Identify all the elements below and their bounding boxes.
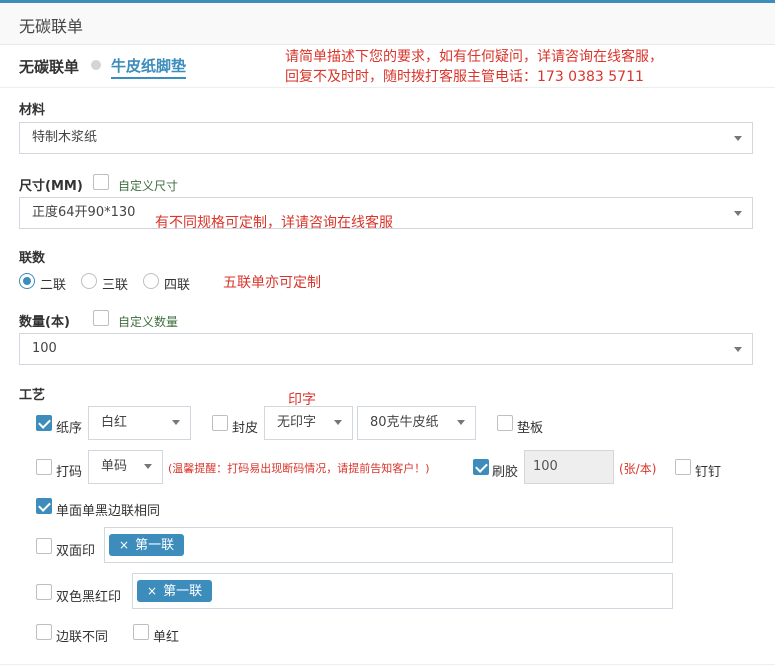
- separator-dot-icon: [91, 60, 101, 70]
- notice-line-2: 回复不及时时，随时拨打客服主管电话：173 0383 5711: [285, 69, 644, 85]
- double-side-checkbox[interactable]: [36, 538, 52, 554]
- staple-label: 钉钉: [695, 465, 722, 480]
- pad-checkbox[interactable]: [497, 415, 513, 431]
- quantity-label: 数量(本): [19, 315, 70, 330]
- double-side-tag-input[interactable]: [104, 527, 673, 563]
- cover-label: 封皮: [232, 421, 259, 436]
- glue-unit: (张/本): [619, 462, 657, 476]
- panel-title: 无碳联单: [19, 17, 84, 36]
- chevron-down-icon: [457, 420, 465, 425]
- chevron-down-icon: [172, 420, 180, 425]
- close-icon[interactable]: ×: [119, 538, 129, 552]
- material-label: 材料: [19, 103, 46, 118]
- cover-print-value: 无印字: [277, 415, 317, 430]
- edge-diff-label: 边联不同: [56, 630, 109, 645]
- numbering-value: 单码: [101, 459, 128, 474]
- numbering-select[interactable]: 单码: [88, 450, 163, 484]
- paper-order-label: 纸序: [56, 421, 83, 436]
- cover-paper-value: 80克牛皮纸: [370, 415, 439, 430]
- copies-option-3: 三联: [102, 278, 129, 293]
- staple-checkbox[interactable]: [675, 459, 691, 475]
- notice-line-1: 请简单描述下您的要求，如有任何疑问，详请咨询在线客服，: [285, 49, 663, 65]
- product-subtype-link[interactable]: 牛皮纸脚垫: [111, 55, 187, 79]
- single-black-label: 单面单黑边联相同: [56, 504, 161, 519]
- size-custom-note: 有不同规格可定制，详请咨询在线客服: [155, 215, 393, 231]
- material-select[interactable]: 特制木浆纸: [19, 122, 753, 154]
- copies-option-2: 二联: [40, 278, 67, 293]
- copies-custom-note: 五联单亦可定制: [223, 275, 321, 291]
- chevron-down-icon: [734, 136, 742, 141]
- panel-header: [0, 3, 775, 45]
- close-icon[interactable]: ×: [147, 584, 157, 598]
- custom-size-label: 自定义尺寸: [118, 179, 179, 193]
- custom-quantity-label: 自定义数量: [118, 315, 179, 329]
- single-red-checkbox[interactable]: [133, 624, 149, 640]
- two-color-tag-input[interactable]: [132, 573, 673, 609]
- copies-label: 联数: [19, 251, 46, 266]
- glue-label: 刷胶: [492, 465, 519, 480]
- chevron-down-icon: [334, 420, 342, 425]
- copies-radio-4[interactable]: [143, 273, 159, 289]
- numbering-checkbox[interactable]: [36, 459, 52, 475]
- size-value: 正度64开90*130: [32, 205, 136, 220]
- cover-paper-select[interactable]: 80克牛皮纸: [357, 406, 476, 440]
- paper-order-value: 白红: [101, 415, 128, 430]
- two-color-checkbox[interactable]: [36, 584, 52, 600]
- paper-order-checkbox[interactable]: [36, 415, 52, 431]
- process-label: 工艺: [19, 388, 46, 403]
- copies-radio-3[interactable]: [81, 273, 97, 289]
- single-black-checkbox[interactable]: [36, 498, 52, 514]
- bottom-divider: [0, 664, 775, 665]
- glue-sheets-input[interactable]: 100: [524, 450, 614, 484]
- chevron-down-icon: [734, 211, 742, 216]
- quantity-value: 100: [32, 341, 57, 356]
- glue-checkbox[interactable]: [473, 459, 489, 475]
- material-value: 特制木浆纸: [32, 130, 98, 145]
- chevron-down-icon: [734, 347, 742, 352]
- paper-order-select[interactable]: 白红: [88, 406, 191, 440]
- copies-radio-2[interactable]: [19, 273, 35, 289]
- edge-diff-checkbox[interactable]: [36, 624, 52, 640]
- product-name: 无碳联单: [19, 58, 80, 76]
- two-color-tag-label: 第一联: [163, 584, 203, 599]
- double-side-label: 双面印: [56, 544, 96, 559]
- quantity-select[interactable]: 100: [19, 333, 753, 365]
- numbering-hint: (温馨提醒：打码易出现断码情况，请提前告知客户！): [168, 462, 430, 475]
- pad-label: 垫板: [517, 421, 544, 436]
- single-red-label: 单红: [153, 630, 180, 645]
- cover-print-select[interactable]: 无印字: [264, 406, 353, 440]
- copies-option-4: 四联: [164, 278, 191, 293]
- custom-size-checkbox[interactable]: [93, 174, 109, 190]
- double-side-tag-label: 第一联: [135, 538, 175, 553]
- double-side-tag[interactable]: × 第一联: [109, 534, 185, 556]
- two-color-label: 双色黑红印: [56, 590, 122, 605]
- chevron-down-icon: [144, 464, 152, 469]
- size-label: 尺寸(MM): [19, 179, 83, 194]
- cover-checkbox[interactable]: [212, 415, 228, 431]
- numbering-label: 打码: [56, 465, 83, 480]
- custom-quantity-checkbox[interactable]: [93, 310, 109, 326]
- two-color-tag[interactable]: × 第一联: [137, 580, 213, 602]
